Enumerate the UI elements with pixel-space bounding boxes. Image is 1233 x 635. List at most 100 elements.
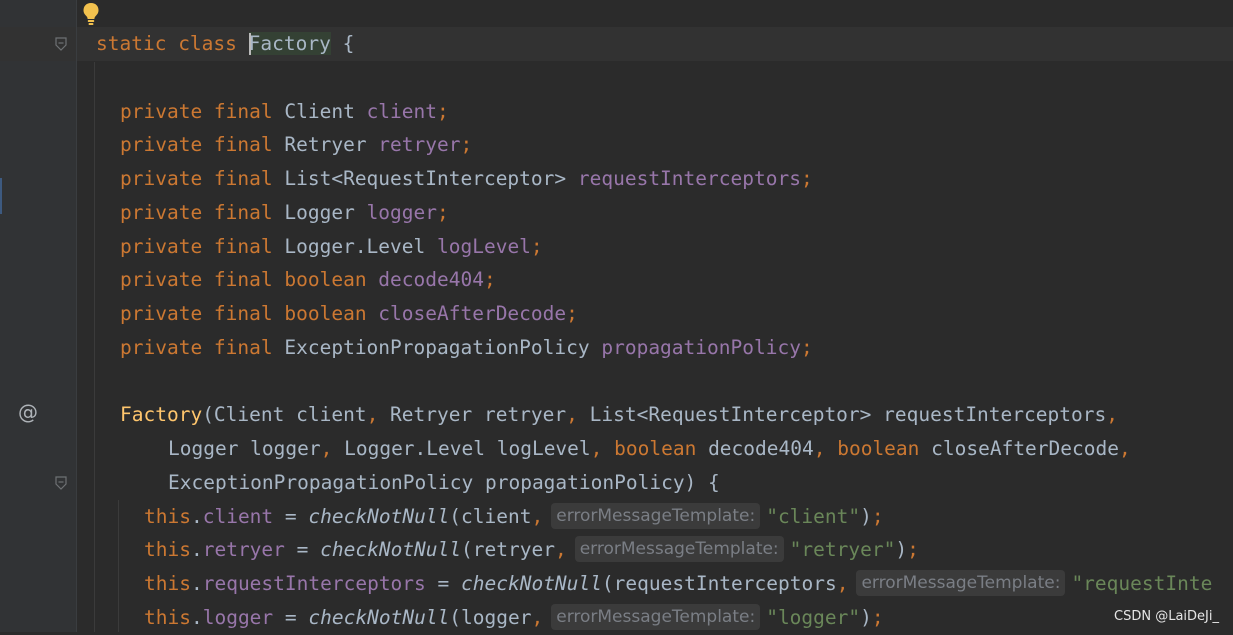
code-token: Factory [248,32,331,55]
code-token: "client" [766,505,861,528]
code-token: final [213,133,285,156]
code-token: = [273,606,309,629]
code-token: . [190,606,203,629]
code-token: client [366,100,438,123]
code-token: ; [530,235,543,258]
code-token: boolean [614,437,709,460]
parameter-hint: errorMessageTemplate: [551,502,761,529]
code-token: boolean [837,437,932,460]
code-token: = [273,505,309,528]
code-token: ; [871,606,884,629]
code-token: checkNotNull [320,538,462,561]
code-token: = [284,538,321,561]
code-token: , [1118,437,1131,460]
code-token: = [425,572,462,595]
code-token: (retryer [461,538,555,561]
code-token: "logger" [766,606,861,629]
code-token: this [144,505,191,528]
code-line-ctor-sig-3[interactable]: ExceptionPropagationPolicy propagationPo… [168,466,720,500]
code-line-field-loglevel[interactable]: private final Logger.Level logLevel; [120,230,543,264]
code-token: ; [871,505,884,528]
code-token: ; [483,268,496,291]
code-token: ) [860,606,872,629]
code-token: final [213,100,285,123]
code-line-assign-logger[interactable]: this.logger = checkNotNull(logger, errorM… [144,601,884,635]
code-token: private [120,235,214,258]
code-line-ctor-sig-1[interactable]: Factory(Client client, Retryer retryer, … [120,398,1118,432]
code-token: propagationPolicy [601,336,801,359]
code-token: , [366,403,391,426]
code-line-assign-retryer[interactable]: this.retryer = checkNotNull(retryer, erro… [144,533,919,567]
editor-gutter [0,0,76,632]
gutter-separator [76,0,77,632]
parameter-hint: errorMessageTemplate: [551,603,761,630]
code-token: , [566,403,590,426]
parameter-hint: errorMessageTemplate: [574,535,784,562]
code-token: . [190,572,203,595]
code-token: , [531,505,544,528]
code-line-field-propagationpolicy[interactable]: private final ExceptionPropagationPolicy… [120,331,813,365]
code-line-field-logger[interactable]: private final Logger logger; [120,196,449,230]
text-cursor [248,32,251,55]
code-token: (client [449,505,532,528]
code-token: { [330,32,355,55]
code-token: , [531,606,544,629]
code-token: ; [460,133,473,156]
code-token: (logger [449,606,532,629]
watermark: CSDN @LaiDeJi_ [1114,609,1219,624]
fold-icon[interactable] [55,37,67,51]
code-token: ; [907,538,919,561]
code-token: closeAfterDecode [931,437,1119,460]
code-line-field-decode404[interactable]: private final boolean decode404; [120,263,496,297]
fold-icon[interactable] [55,476,67,490]
code-token: closeAfterDecode [378,302,567,325]
code-token: retryer [202,538,285,561]
code-line-ctor-sig-2[interactable]: Logger logger, Logger.Level logLevel, bo… [168,432,1131,466]
code-token: "requestInte [1071,572,1213,595]
code-token: , [836,572,849,595]
code-token: final [213,268,285,291]
indent-guide [118,500,119,632]
code-token: Logger logger [168,437,321,460]
parameter-hint: errorMessageTemplate: [856,569,1066,596]
code-line-field-client[interactable]: private final Client client; [120,95,449,129]
code-token: ; [800,336,813,359]
code-token: , [320,437,345,460]
code-token: . [190,505,203,528]
code-token: this [144,538,191,561]
code-line-assign-client[interactable]: this.client = checkNotNull(client, errorM… [144,500,884,534]
code-line-field-closeafterdecode[interactable]: private final boolean closeAfterDecode; [120,297,578,331]
code-token: class [178,32,249,55]
code-token: Retryer [284,133,379,156]
code-token: client [202,505,274,528]
code-token: ; [437,100,449,123]
code-token: logger [366,201,438,224]
code-token: ExceptionPropagationPolicy [284,336,602,359]
code-token: boolean [284,302,379,325]
code-token: ; [800,167,813,190]
vcs-change-marker [0,178,2,214]
code-line-class-decl[interactable]: static class Factory { [96,27,354,61]
code-token: private [120,336,214,359]
code-token: (requestInterceptors [601,572,837,595]
code-line-field-retryer[interactable]: private final Retryer retryer; [120,128,472,162]
code-token: checkNotNull [461,572,602,595]
code-token: ; [566,302,578,325]
indent-guide [94,62,95,632]
code-line-assign-interceptors[interactable]: this.requestInterceptors = checkNotNull(… [144,567,1212,601]
code-token: private [120,268,214,291]
code-token: checkNotNull [308,606,450,629]
code-token: Factory [120,403,203,426]
code-token: , [554,538,567,561]
code-token: final [213,167,285,190]
code-token: logger [202,606,274,629]
code-token: private [120,201,214,224]
code-line-field-interceptors[interactable]: private final List<RequestInterceptor> r… [120,162,813,196]
implements-marker-icon[interactable]: @ [18,400,38,424]
code-token: Logger.Level logLevel [344,437,591,460]
lightbulb-icon[interactable] [82,2,100,26]
code-token: ExceptionPropagationPolicy propagationPo… [168,471,720,494]
code-token: ) [860,505,872,528]
code-token: private [120,167,214,190]
code-token: , [590,437,615,460]
